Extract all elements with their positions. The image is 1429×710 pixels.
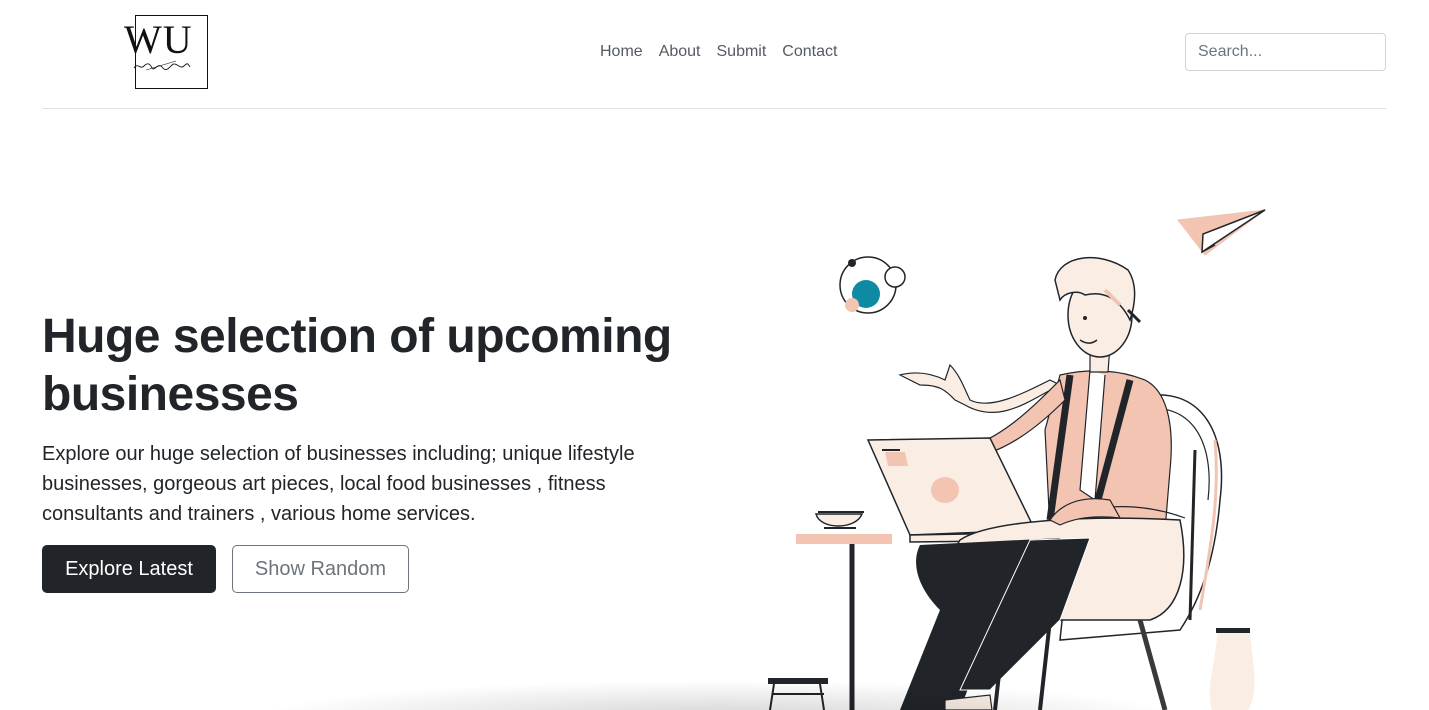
logo-text: WU [124,17,193,62]
nav-submit[interactable]: Submit [709,42,775,62]
nav-home[interactable]: Home [592,42,651,62]
logo[interactable]: WU [124,14,210,90]
search-input[interactable] [1185,33,1386,71]
orbit-icon [839,256,906,314]
show-random-button[interactable]: Show Random [232,545,409,593]
main-nav: Home About Submit Contact [592,42,845,62]
hero-title: Huge selection of upcoming businesses [42,310,672,421]
explore-latest-button[interactable]: Explore Latest [42,545,216,593]
paper-plane-icon [1177,209,1267,256]
hero-description: Explore our huge selection of businesses… [42,443,635,525]
section-shadow [240,680,1200,710]
nav-about[interactable]: About [651,42,709,62]
hero-illustration [768,209,1267,710]
logo-script-signature [133,60,191,71]
site-header: WU Home About Submit Contact [42,0,1386,109]
nav-contact[interactable]: Contact [774,42,845,62]
